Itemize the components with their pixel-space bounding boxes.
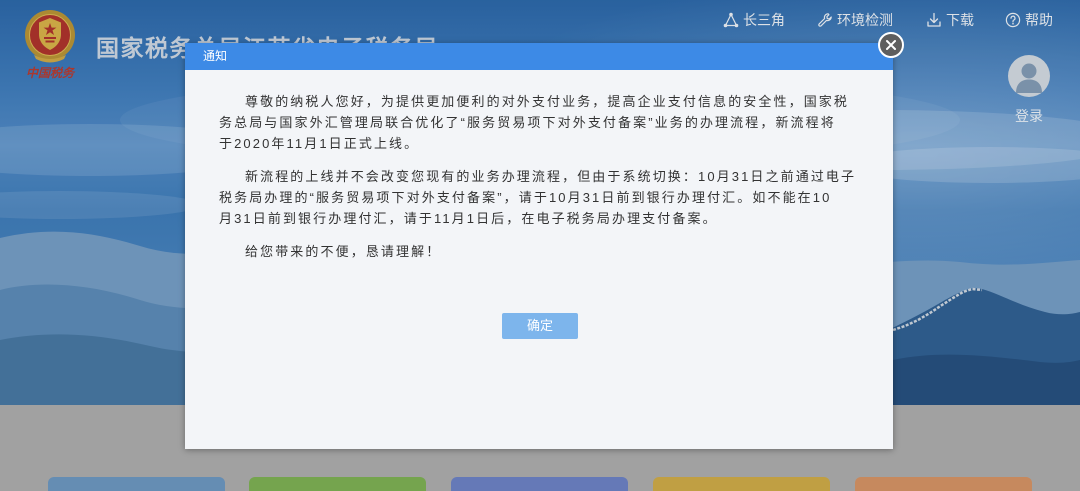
notice-paragraph: 给您带来的不便，恳请理解！ <box>219 241 859 262</box>
modal-title: 通知 <box>203 43 227 70</box>
notice-line: 于2020年11月1日正式上线。 <box>219 133 859 154</box>
modal-close-button[interactable] <box>878 32 904 58</box>
notice-paragraph: 尊敬的纳税人您好，为提供更加便利的对外支付业务，提高企业支付信息的安全性，国家税… <box>219 91 859 154</box>
close-icon <box>885 39 897 51</box>
modal-header[interactable]: 通知 <box>185 43 893 70</box>
confirm-button[interactable]: 确定 <box>502 313 578 339</box>
notice-line: 月31日前到银行办理付汇，请于11月1日后，在电子税务局办理支付备案。 <box>219 208 859 229</box>
notice-line: 给您带来的不便，恳请理解！ <box>219 241 859 262</box>
notice-line: 尊敬的纳税人您好，为提供更加便利的对外支付业务，提高企业支付信息的安全性，国家税 <box>219 91 859 112</box>
modal-body: 尊敬的纳税人您好，为提供更加便利的对外支付业务，提高企业支付信息的安全性，国家税… <box>219 91 859 274</box>
notice-line: 新流程的上线并不会改变您现有的业务办理流程，但由于系统切换：10月31日之前通过… <box>219 166 859 187</box>
notice-line: 务总局与国家外汇管理局联合优化了“服务贸易项下对外支付备案”业务的办理流程，新流… <box>219 112 859 133</box>
notice-line: 税务局办理的“服务贸易项下对外支付备案”，请于10月31日前到银行办理付汇。如不… <box>219 187 859 208</box>
notice-paragraph: 新流程的上线并不会改变您现有的业务办理流程，但由于系统切换：10月31日之前通过… <box>219 166 859 229</box>
notice-modal: 通知 尊敬的纳税人您好，为提供更加便利的对外支付业务，提高企业支付信息的安全性，… <box>185 43 893 449</box>
